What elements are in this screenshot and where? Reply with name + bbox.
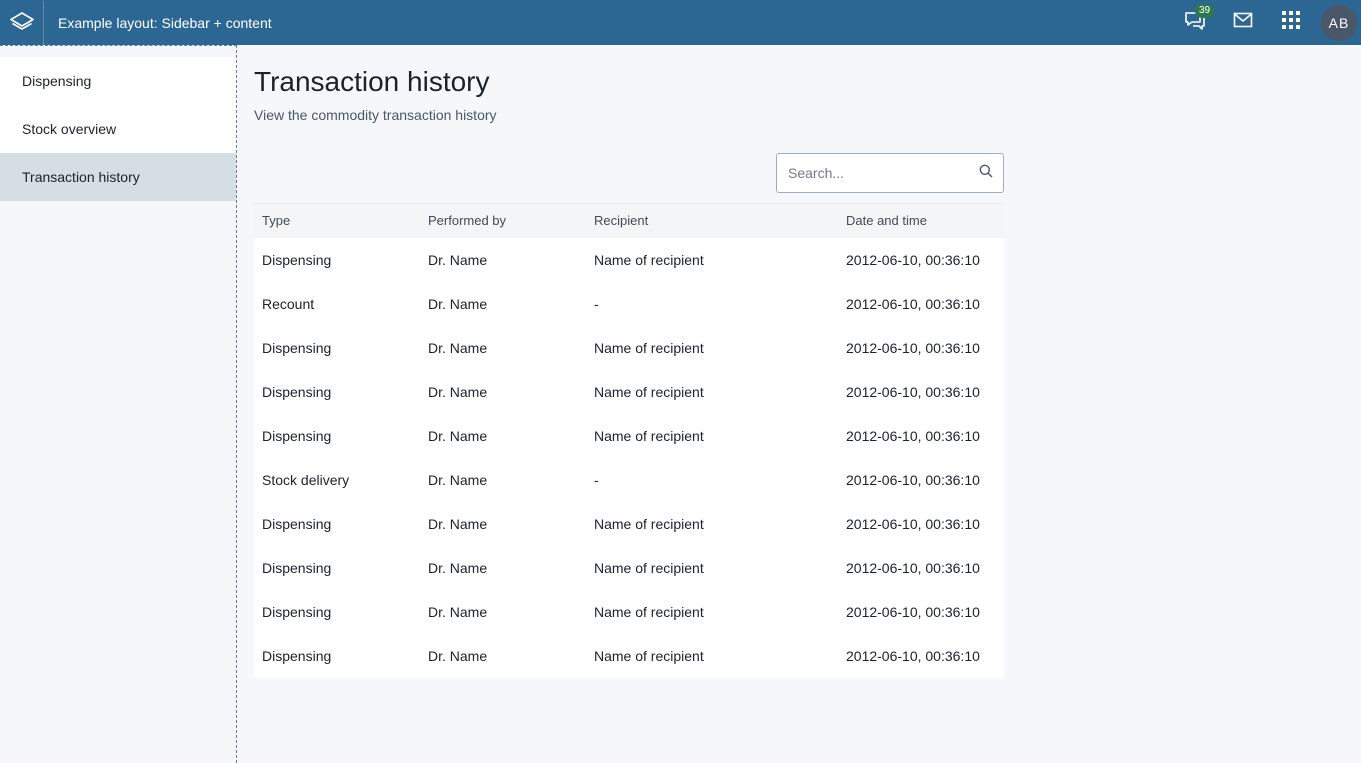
notification-badge: 39 [1195, 4, 1215, 18]
column-header-recipient[interactable]: Recipient [586, 204, 838, 238]
cell-recipient: - [594, 295, 599, 312]
cell-type: Dispensing [262, 339, 332, 356]
cell-performed-by: Dr. Name [428, 559, 488, 576]
cell-date-time: 2012-06-10, 00:36:10 [846, 559, 980, 576]
cell-type: Dispensing [262, 515, 332, 532]
transaction-table: Type Performed by Recipient Date and tim… [254, 203, 1004, 678]
cell-performed-by: Dr. Name [428, 383, 488, 400]
app-title: Example layout: Sidebar + content [58, 14, 272, 31]
cell-recipient: Name of recipient [594, 515, 704, 532]
search-icon[interactable] [979, 164, 993, 183]
cell-performed-by: Dr. Name [428, 339, 488, 356]
cell-type: Dispensing [262, 251, 332, 268]
cell-recipient: Name of recipient [594, 383, 704, 400]
sidebar: Dispensing Stock overview Transaction hi… [0, 45, 237, 763]
sidebar-nav: Dispensing Stock overview Transaction hi… [0, 57, 236, 201]
cell-type: Recount [262, 295, 315, 312]
cell-type: Dispensing [262, 647, 332, 664]
cell-date-time: 2012-06-10, 00:36:10 [846, 603, 980, 620]
cell-recipient: - [594, 471, 599, 488]
table-row[interactable]: Dispensing Dr. Name Name of recipient 20… [254, 238, 1004, 282]
column-header-date-time[interactable]: Date and time [838, 204, 1004, 238]
sidebar-item-dispensing[interactable]: Dispensing [0, 57, 236, 105]
table-row[interactable]: Dispensing Dr. Name Name of recipient 20… [254, 502, 1004, 546]
mail-icon [1233, 12, 1253, 33]
page-title: Transaction history [254, 66, 490, 97]
column-header-performed-by[interactable]: Performed by [420, 204, 586, 238]
column-header-type[interactable]: Type [254, 204, 420, 238]
top-header: Example layout: Sidebar + content 39 AB [0, 0, 1361, 45]
cell-recipient: Name of recipient [594, 427, 704, 444]
cell-type: Dispensing [262, 427, 332, 444]
cell-performed-by: Dr. Name [428, 471, 488, 488]
table-row[interactable]: Dispensing Dr. Name Name of recipient 20… [254, 370, 1004, 414]
chat-button[interactable]: 39 [1171, 0, 1219, 45]
cell-recipient: Name of recipient [594, 603, 704, 620]
search-input[interactable] [788, 165, 979, 181]
cell-type: Dispensing [262, 383, 332, 400]
cell-recipient: Name of recipient [594, 251, 704, 268]
page-subtitle: View the commodity transaction history [254, 107, 497, 123]
cell-performed-by: Dr. Name [428, 427, 488, 444]
cell-date-time: 2012-06-10, 00:36:10 [846, 647, 980, 664]
cell-performed-by: Dr. Name [428, 295, 488, 312]
cell-date-time: 2012-06-10, 00:36:10 [846, 383, 980, 400]
apps-grid-button[interactable] [1267, 0, 1315, 45]
table-row[interactable]: Dispensing Dr. Name Name of recipient 20… [254, 590, 1004, 634]
sidebar-item-stock-overview[interactable]: Stock overview [0, 105, 236, 153]
avatar[interactable]: AB [1321, 4, 1357, 41]
cell-performed-by: Dr. Name [428, 251, 488, 268]
sidebar-item-transaction-history[interactable]: Transaction history [0, 153, 236, 201]
table-row[interactable]: Dispensing Dr. Name Name of recipient 20… [254, 546, 1004, 590]
cell-type: Stock delivery [262, 471, 350, 488]
cell-date-time: 2012-06-10, 00:36:10 [846, 427, 980, 444]
table-row[interactable]: Dispensing Dr. Name Name of recipient 20… [254, 634, 1004, 678]
cell-type: Dispensing [262, 559, 332, 576]
cell-performed-by: Dr. Name [428, 603, 488, 620]
search-box [776, 153, 1004, 193]
cell-recipient: Name of recipient [594, 559, 704, 576]
table-header-row: Type Performed by Recipient Date and tim… [254, 203, 1004, 238]
cell-date-time: 2012-06-10, 00:36:10 [846, 471, 980, 488]
cell-date-time: 2012-06-10, 00:36:10 [846, 295, 980, 312]
table-row[interactable]: Dispensing Dr. Name Name of recipient 20… [254, 326, 1004, 370]
cell-date-time: 2012-06-10, 00:36:10 [846, 251, 980, 268]
table-row[interactable]: Dispensing Dr. Name Name of recipient 20… [254, 414, 1004, 458]
cell-date-time: 2012-06-10, 00:36:10 [846, 515, 980, 532]
cell-date-time: 2012-06-10, 00:36:10 [846, 339, 980, 356]
main-content: Transaction history View the commodity t… [254, 45, 1004, 678]
cell-performed-by: Dr. Name [428, 515, 488, 532]
mail-button[interactable] [1219, 0, 1267, 45]
apps-logo-icon[interactable] [0, 0, 44, 45]
cell-recipient: Name of recipient [594, 339, 704, 356]
table-row[interactable]: Stock delivery Dr. Name - 2012-06-10, 00… [254, 458, 1004, 502]
cell-type: Dispensing [262, 603, 332, 620]
cell-performed-by: Dr. Name [428, 647, 488, 664]
cell-recipient: Name of recipient [594, 647, 704, 664]
grid-icon [1282, 11, 1300, 34]
table-row[interactable]: Recount Dr. Name - 2012-06-10, 00:36:10 [254, 282, 1004, 326]
